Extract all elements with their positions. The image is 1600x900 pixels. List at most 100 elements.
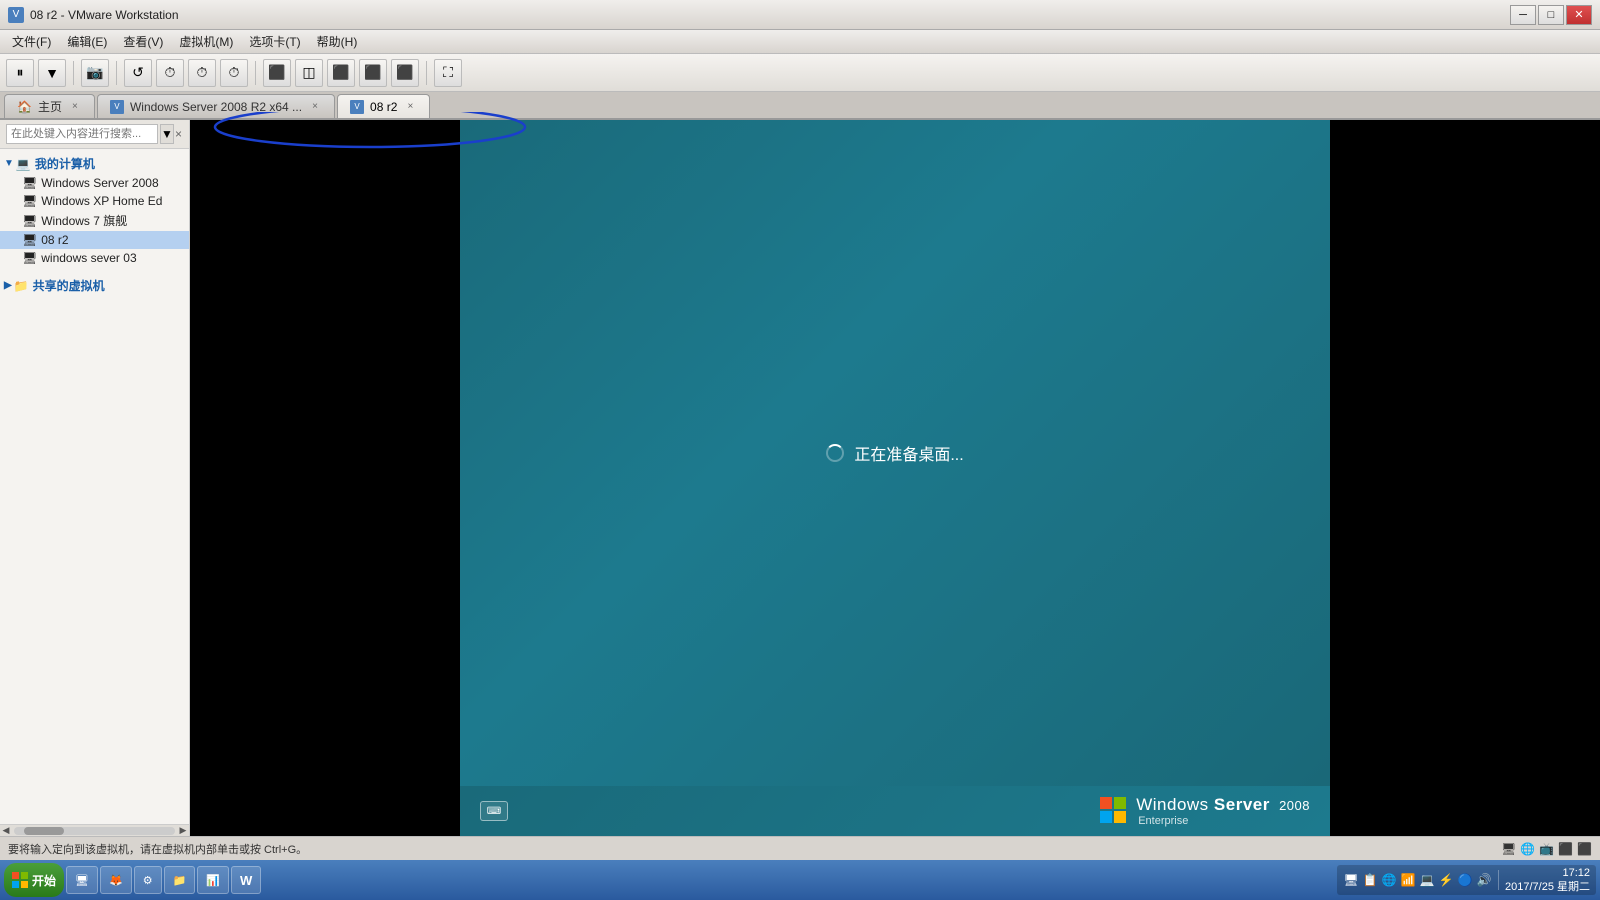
tray-icon-volume[interactable]: 🔊 [1476,872,1492,888]
logo-text-group: Windows Server 2008 Enterprise [1136,795,1310,827]
resume-button[interactable]: ▼ [38,59,66,87]
view2-button[interactable]: ◫ [295,59,323,87]
taskbar: 开始 🖥 🦊 ⚙ 📁 📊 W 🖥 📋 🌐 📶 💻 ⚡ 🔵 🔊 17:12 201… [0,860,1600,900]
vm-icon-5: 🖥 [22,251,37,265]
vm-bottom-bar: ⌨ Windows Server 2008 [460,786,1330,836]
tab-08r2-label: 08 r2 [370,100,397,114]
screen3-icon: ⬛ [1577,842,1592,856]
scroll-track[interactable] [14,827,175,835]
tray-icon-2[interactable]: 📋 [1362,872,1378,888]
close-button[interactable]: ✕ [1566,5,1592,25]
scroll-right[interactable]: ▶ [177,825,189,836]
taskbar-btn-desktop[interactable]: 🖥 [66,866,98,894]
tree-root-label: 我的计算机 [35,155,95,172]
tree-item-08r2[interactable]: 🖥 08 r2 [0,231,189,249]
start-button[interactable]: 开始 [4,863,64,897]
status-text: 要将输入定向到该虚拟机，请在虚拟机内部单击或按 Ctrl+G。 [8,841,307,857]
vm-teal-area[interactable]: 正在准备桌面... [460,120,1330,786]
os-logo-text: Windows Server 2008 [1136,795,1310,815]
toolbar-sep-1 [73,61,74,85]
vm-icon-4: 🖥 [22,233,37,247]
sidebar-scrollbar[interactable]: ◀ ▶ [0,824,189,836]
vm-screen[interactable]: 正在准备桌面... ⌨ Wi [460,120,1330,836]
taskbar-btn-ppt[interactable]: 📊 [197,866,229,894]
menu-bar: 文件(F) 编辑(E) 查看(V) 虚拟机(M) 选项卡(T) 帮助(H) [0,30,1600,54]
08r2-icon: V [350,100,364,114]
timer2-button[interactable]: ⏱ [188,59,216,87]
maximize-button[interactable]: □ [1538,5,1564,25]
search-input[interactable] [6,124,158,144]
tray-icon-bluetooth[interactable]: 🔵 [1457,872,1473,888]
menu-help[interactable]: 帮助(H) [309,31,366,52]
tree-item-winsever03[interactable]: 🖥 windows sever 03 [0,249,189,267]
taskbar-btn-wps[interactable]: W [231,866,261,894]
tree-shared-arrow: ▶ [4,280,12,291]
tab-bar: 🏠 主页 × V Windows Server 2008 R2 x64 ... … [0,92,1600,120]
menu-vm[interactable]: 虚拟机(M) [171,31,241,52]
keyboard-icon: ⌨ [480,801,508,821]
tree-label-server2008: Windows Server 2008 [41,176,158,190]
tray-icon-5[interactable]: 💻 [1419,872,1435,888]
fullscreen-button[interactable]: ⛶ [434,59,462,87]
os-year: 2008 [1279,798,1310,813]
shared-icon: 📁 [14,279,29,293]
status-tray: 🖥 🌐 📺 ⬛ ⬛ [1501,842,1592,856]
taskbar-btn-firefox[interactable]: 🦊 [100,866,132,894]
tab-server2008[interactable]: V Windows Server 2008 R2 x64 ... × [97,94,335,118]
tray-icon-6[interactable]: ⚡ [1438,872,1454,888]
vm-icon-2: 🖥 [22,194,37,208]
tree-item-win7[interactable]: 🖥 Windows 7 旗舰 [0,210,189,231]
tab-home-close[interactable]: × [68,100,82,114]
tree-shared[interactable]: ▶ 📁 共享的虚拟机 [0,275,189,296]
os-edition: Enterprise [1138,815,1310,827]
tab-08r2[interactable]: V 08 r2 × [337,94,430,118]
menu-view[interactable]: 查看(V) [115,31,171,52]
clock-date: 2017/7/25 星期二 [1505,880,1590,894]
tray-icon-4[interactable]: 📶 [1400,872,1416,888]
tree-label-08r2: 08 r2 [41,233,68,247]
view1-button[interactable]: ⬛ [263,59,291,87]
tree-item-winxp[interactable]: 🖥 Windows XP Home Ed [0,192,189,210]
tab-08r2-close[interactable]: × [403,100,417,114]
tab-home[interactable]: 🏠 主页 × [4,94,95,118]
tree-label-winxp: Windows XP Home Ed [41,194,162,208]
timer1-button[interactable]: ⏱ [156,59,184,87]
title-bar-controls: ─ □ ✕ [1510,5,1592,25]
status-bar: 要将输入定向到该虚拟机，请在虚拟机内部单击或按 Ctrl+G。 🖥 🌐 📺 ⬛ … [0,836,1600,860]
menu-file[interactable]: 文件(F) [4,31,59,52]
snapshot-button[interactable]: 📷 [81,59,109,87]
scroll-left[interactable]: ◀ [0,825,12,836]
network-icon: 🌐 [1520,842,1535,856]
view5-button[interactable]: ⬛ [391,59,419,87]
search-dropdown-button[interactable]: ▼ [160,124,174,144]
pause-button[interactable]: ⏸ [6,59,34,87]
revert-button[interactable]: ↺ [124,59,152,87]
tray-divider [1498,870,1499,890]
tray-icon-1[interactable]: 🖥 [1343,872,1359,888]
menu-tabs[interactable]: 选项卡(T) [241,31,308,52]
sidebar-close-button[interactable]: × [174,126,183,142]
timer3-button[interactable]: ⏱ [220,59,248,87]
title-bar-left: V 08 r2 - VMware Workstation [8,7,179,23]
vm-icon-3: 🖥 [22,214,37,228]
tree-shared-label: 共享的虚拟机 [33,277,105,294]
start-label: 开始 [32,872,56,889]
app-icon: V [8,7,24,23]
tray-icon-3[interactable]: 🌐 [1381,872,1397,888]
view4-button[interactable]: ⬛ [359,59,387,87]
os-name-bold: Server [1214,795,1270,814]
taskbar-btn-explorer[interactable]: 📁 [164,866,196,894]
screen2-icon: ⬛ [1558,842,1573,856]
vm-viewport[interactable]: 正在准备桌面... ⌨ Wi [190,120,1600,836]
minimize-button[interactable]: ─ [1510,5,1536,25]
screen-icon: 📺 [1539,842,1554,856]
tree-item-server2008[interactable]: 🖥 Windows Server 2008 [0,174,189,192]
view3-button[interactable]: ⬛ [327,59,355,87]
taskbar-btn-settings[interactable]: ⚙ [134,866,162,894]
menu-edit[interactable]: 编辑(E) [59,31,115,52]
windows-flag-icon [1100,797,1128,825]
tree-root[interactable]: ▼ 💻 我的计算机 [0,153,189,174]
tab-server2008-close[interactable]: × [308,100,322,114]
scroll-thumb[interactable] [24,827,64,835]
system-clock: 17:12 2017/7/25 星期二 [1505,866,1590,895]
